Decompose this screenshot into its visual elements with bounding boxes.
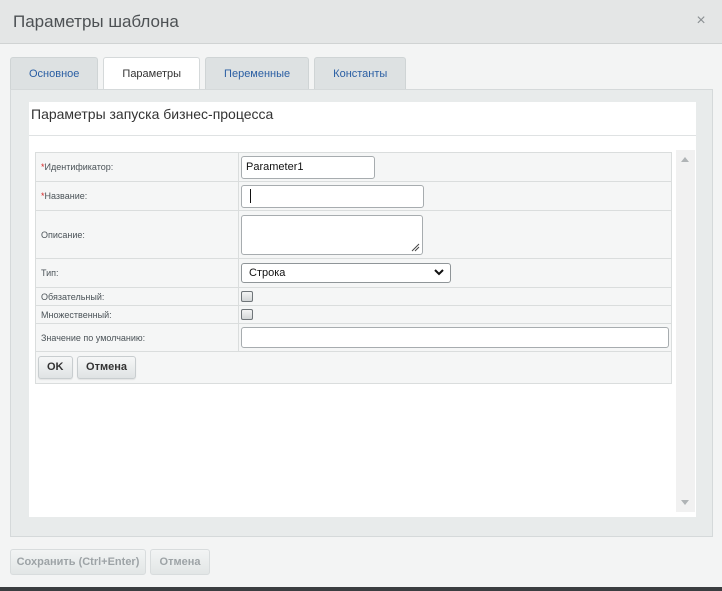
dialog-header: Параметры шаблона × (0, 0, 722, 44)
type-select[interactable]: Строка (241, 263, 451, 283)
chevron-down-icon (434, 269, 444, 276)
default-value-label: Значение по умолчанию: (35, 323, 239, 352)
dialog-title: Параметры шаблона (13, 12, 179, 31)
description-label: Описание: (35, 210, 239, 259)
identifier-label-cell: *Идентификатор: (35, 152, 239, 182)
ok-button[interactable]: OK (38, 356, 73, 379)
tab-variables[interactable]: Переменные (205, 57, 310, 89)
identifier-input[interactable]: Parameter1 (241, 155, 375, 179)
description-textarea[interactable] (241, 214, 423, 255)
name-label: Название: (44, 191, 88, 201)
multiple-label: Множественный: (35, 305, 239, 324)
required-label: Обязательный: (35, 287, 239, 306)
save-button[interactable]: Сохранить (Ctrl+Enter) (10, 549, 146, 575)
vertical-scrollbar[interactable] (676, 150, 695, 512)
description-row: Описание: (35, 210, 672, 259)
text-cursor (250, 188, 251, 203)
name-label-cell: *Название: (35, 181, 239, 211)
parameters-panel: Параметры запуска бизнес-процесса *Идент… (29, 102, 696, 517)
tab-constants[interactable]: Константы (314, 57, 407, 89)
type-row: Тип: Строка (35, 258, 672, 288)
parameter-form: *Идентификатор: Parameter1 *Название: Оп… (35, 152, 672, 384)
tab-parameters[interactable]: Параметры (103, 57, 201, 91)
default-value-row: Значение по умолчанию: (35, 323, 672, 352)
form-actions-row: OK Отмена (35, 351, 672, 384)
identifier-row: *Идентификатор: Parameter1 (35, 152, 672, 182)
name-input[interactable] (241, 184, 424, 208)
scroll-up-arrow-icon[interactable] (681, 157, 689, 162)
required-row: Обязательный: (35, 287, 672, 306)
resize-grip-icon[interactable] (411, 243, 420, 252)
section-title: Параметры запуска бизнес-процесса (29, 102, 696, 136)
required-checkbox[interactable] (241, 291, 253, 302)
type-selected-value: Строка (249, 267, 286, 279)
type-label: Тип: (35, 258, 239, 288)
tab-bar: Основное Параметры Переменные Константы (10, 57, 411, 91)
form-cancel-button[interactable]: Отмена (77, 356, 136, 379)
multiple-checkbox[interactable] (241, 309, 253, 320)
default-value-input[interactable] (241, 327, 669, 348)
tab-main[interactable]: Основное (10, 57, 99, 89)
tab-panel: Параметры запуска бизнес-процесса *Идент… (10, 89, 713, 537)
template-parameters-dialog: Параметры шаблона × Основное Параметры П… (0, 0, 722, 587)
close-icon[interactable]: × (694, 13, 708, 29)
multiple-row: Множественный: (35, 305, 672, 324)
parameter-edit-area: *Идентификатор: Parameter1 *Название: Оп… (29, 149, 696, 515)
scroll-down-arrow-icon[interactable] (681, 500, 689, 505)
identifier-label: Идентификатор: (44, 162, 114, 172)
name-row: *Название: (35, 181, 672, 211)
dialog-cancel-button[interactable]: Отмена (150, 549, 210, 575)
